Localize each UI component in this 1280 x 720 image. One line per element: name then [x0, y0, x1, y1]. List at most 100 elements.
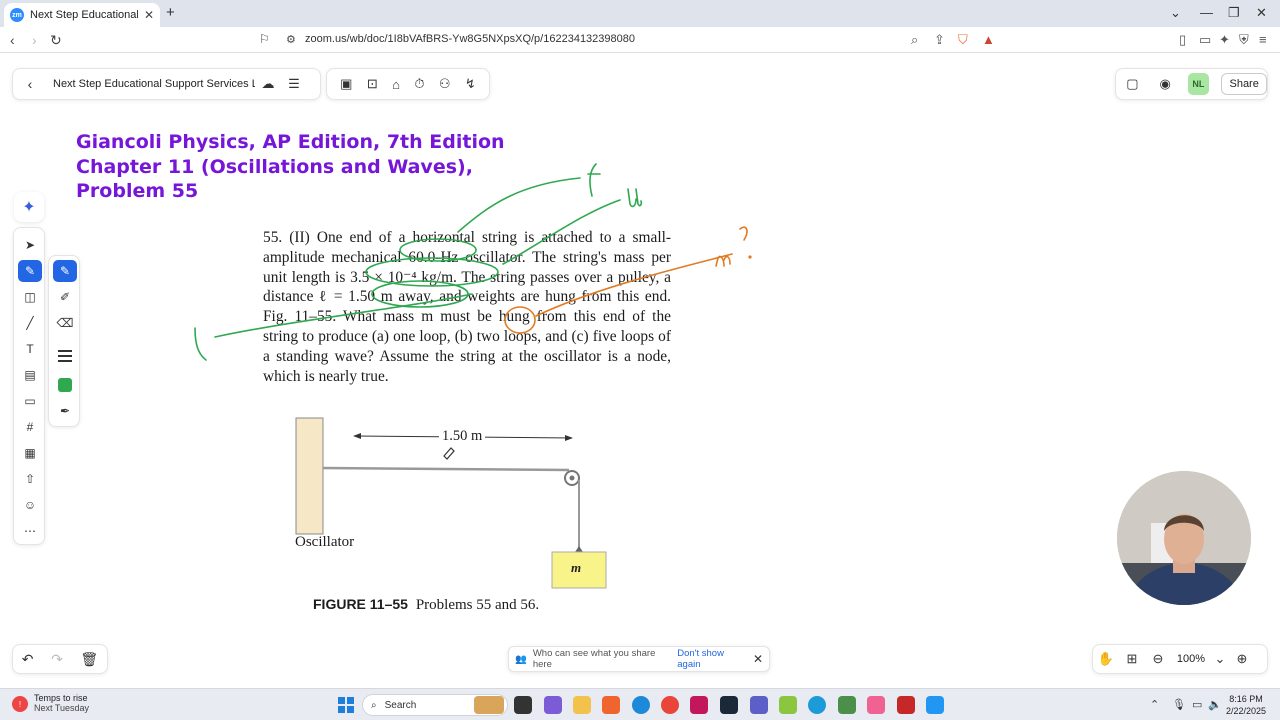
- brave-shield-icon[interactable]: ⛉: [958, 32, 968, 48]
- app-icon-green[interactable]: [779, 696, 797, 714]
- url-field[interactable]: ⚙ zoom.us/wb/doc/1I8bVAfBRS-Yw8G5NXpsXQ/…: [280, 30, 1000, 50]
- webcam-video-bubble[interactable]: [1117, 471, 1251, 605]
- site-settings-icon[interactable]: ⚙: [286, 33, 296, 46]
- restore-icon[interactable]: ❐: [1228, 5, 1240, 21]
- vpn-icon[interactable]: ⛨: [1239, 32, 1249, 48]
- itunes-icon[interactable]: [867, 696, 885, 714]
- textbook-image: 55. (II) One end of a horizontal string …: [243, 218, 678, 622]
- share-button[interactable]: Share: [1221, 73, 1267, 95]
- undo-icon[interactable]: ↶: [22, 651, 34, 668]
- oscillator-label: Oscillator: [295, 534, 355, 550]
- dimension-arrow-left: [353, 433, 361, 439]
- bookmark-icon[interactable]: ⚐: [259, 32, 270, 46]
- present-icon[interactable]: ⊡: [367, 76, 378, 92]
- timer-icon[interactable]: ⏱: [414, 76, 424, 92]
- start-icon[interactable]: [338, 697, 354, 713]
- sidebar-toggle-icon[interactable]: ▯: [1179, 32, 1186, 48]
- color-picker-icon[interactable]: ✒: [53, 400, 77, 422]
- pen-tool-icon[interactable]: ✎: [18, 260, 42, 282]
- app-icon-blue[interactable]: [808, 696, 826, 714]
- template-icon[interactable]: ▦: [18, 442, 42, 464]
- battery-icon[interactable]: ▭: [1192, 698, 1202, 711]
- zoom-dropdown-icon[interactable]: ⌄: [1211, 651, 1229, 667]
- acrobat-icon[interactable]: [897, 696, 915, 714]
- stroke-weight-icon[interactable]: [58, 350, 72, 362]
- eraser-icon[interactable]: ⌫: [53, 312, 77, 334]
- copilot-icon[interactable]: [544, 696, 562, 714]
- hamburger-menu-icon[interactable]: ☰: [281, 76, 307, 92]
- clock-time: 8:16 PM: [1229, 694, 1263, 704]
- chrome-icon[interactable]: [661, 696, 679, 714]
- menu-icon[interactable]: ≡: [1259, 32, 1267, 47]
- tray-chevron-icon[interactable]: ⌃: [1150, 698, 1159, 711]
- hook: [575, 546, 583, 552]
- edge-icon[interactable]: [632, 696, 650, 714]
- browser-tab[interactable]: zm Next Step Educational Support ✕: [4, 3, 160, 27]
- m-annotation-stroke: [715, 255, 731, 267]
- wallet-icon[interactable]: ▭: [1199, 32, 1211, 48]
- zoom-level[interactable]: 100%: [1171, 653, 1211, 665]
- search-highlight-icon[interactable]: [474, 696, 504, 714]
- volume-icon[interactable]: 🔈: [1208, 698, 1222, 711]
- weather-widget[interactable]: ! Temps to rise Next Tuesday: [12, 693, 89, 713]
- paint-icon[interactable]: [926, 696, 944, 714]
- app-icon-red[interactable]: [690, 696, 708, 714]
- microphone-icon[interactable]: 🎙: [1172, 698, 1186, 711]
- line-tool-icon[interactable]: ╱: [18, 312, 42, 334]
- sticky-note-icon[interactable]: ▤: [18, 364, 42, 386]
- trash-icon[interactable]: 🗑: [80, 651, 98, 668]
- task-view-icon[interactable]: [514, 696, 532, 714]
- upload-icon[interactable]: ⇧: [18, 468, 42, 490]
- close-window-icon[interactable]: ✕: [1256, 5, 1267, 21]
- follow-view-icon[interactable]: ◉: [1149, 76, 1182, 92]
- shapes-tool-icon[interactable]: ◫: [18, 286, 42, 308]
- zoom-in-icon[interactable]: ⊕: [1229, 651, 1255, 667]
- leo-ai-icon[interactable]: ✦: [1219, 32, 1230, 48]
- cloud-save-icon[interactable]: ☁: [255, 76, 281, 92]
- stamp-icon[interactable]: ⌂: [392, 77, 400, 92]
- minimize-icon[interactable]: —: [1200, 5, 1213, 20]
- zoom-magnifier-icon[interactable]: ⌕: [911, 32, 918, 48]
- share-page-icon[interactable]: ⇪: [934, 32, 945, 48]
- pulley-hub: [569, 475, 575, 481]
- redo-icon[interactable]: ↷: [51, 651, 63, 668]
- marker-icon[interactable]: ✐: [53, 286, 77, 308]
- teams-icon[interactable]: [750, 696, 768, 714]
- more-tools-icon[interactable]: ⋯: [18, 520, 42, 542]
- collaborators-icon[interactable]: ⚇: [439, 76, 451, 92]
- reload-icon[interactable]: ↻: [50, 32, 62, 49]
- steam-icon[interactable]: [720, 696, 738, 714]
- pen-icon[interactable]: ✎: [53, 260, 77, 282]
- back-arrow-icon[interactable]: ‹: [13, 76, 47, 92]
- file-explorer-icon[interactable]: [573, 696, 591, 714]
- share-notice-text: Who can see what you share here: [532, 648, 656, 670]
- caption-bold: FIGURE 11–55: [313, 596, 408, 612]
- lock-icon[interactable]: ⊞: [1119, 651, 1145, 667]
- emoji-icon[interactable]: ☺: [18, 494, 42, 516]
- text-tool-icon[interactable]: T: [18, 338, 42, 360]
- close-tab-icon[interactable]: ✕: [144, 8, 154, 22]
- clock[interactable]: 8:16 PM 2/22/2025: [1224, 693, 1268, 717]
- pages-icon[interactable]: ▣: [340, 76, 352, 92]
- pen-color-swatch[interactable]: [58, 378, 72, 392]
- brave-browser-icon[interactable]: [602, 696, 620, 714]
- new-tab-icon[interactable]: +: [166, 4, 175, 21]
- tab-search-chevron-icon[interactable]: ⌄: [1170, 5, 1181, 21]
- comment-tool-icon[interactable]: ▭: [18, 390, 42, 412]
- whiteboard-canvas[interactable]: ‹ Next Step Educational Support Services…: [0, 54, 1280, 688]
- hand-pan-icon[interactable]: ✋: [1093, 651, 1119, 667]
- laser-icon[interactable]: ↯: [465, 76, 476, 92]
- comments-icon[interactable]: ▢: [1116, 76, 1149, 92]
- close-notice-icon[interactable]: ✕: [753, 652, 763, 666]
- frame-tool-icon[interactable]: #: [18, 416, 42, 438]
- zoom-out-icon[interactable]: ⊖: [1145, 651, 1171, 667]
- dont-show-again-link[interactable]: Don't show again: [677, 648, 747, 670]
- forward-icon[interactable]: ›: [32, 32, 37, 48]
- ai-companion-button[interactable]: ✦: [14, 192, 44, 222]
- back-icon[interactable]: ‹: [10, 32, 15, 48]
- select-tool-icon[interactable]: ➤: [18, 234, 42, 256]
- brave-rewards-icon[interactable]: ▲: [982, 32, 995, 47]
- avatar[interactable]: NL: [1187, 73, 1210, 95]
- doc-title[interactable]: Next Step Educational Support Services L…: [47, 78, 255, 90]
- calculator-icon[interactable]: [838, 696, 856, 714]
